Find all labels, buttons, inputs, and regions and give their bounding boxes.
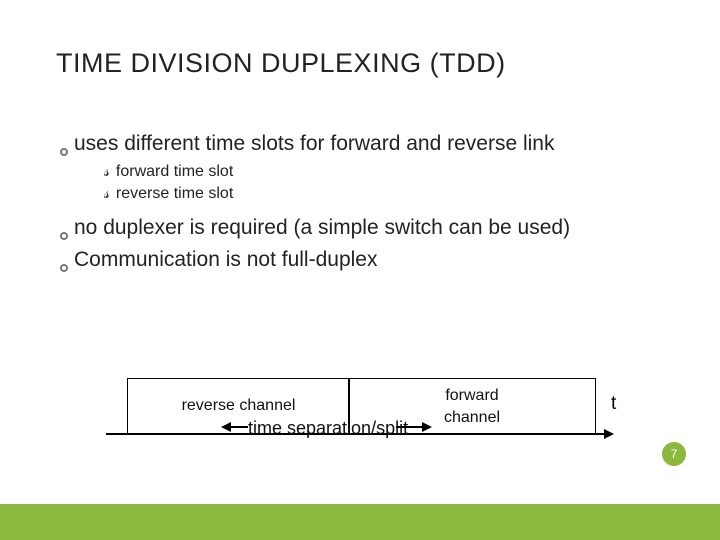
bullet-2-text: no duplexer is required (a simple switch…	[74, 216, 570, 239]
time-axis-label: t	[611, 393, 616, 415]
bullet-3: Communication is not full-duplex	[60, 246, 660, 273]
sub-bullet-1: 𝓈 forward time slot	[104, 161, 660, 183]
circle-bullet-icon	[60, 264, 68, 272]
sub-bullet-2: 𝓈 reverse time slot	[104, 183, 660, 205]
bullet-3-text: Communication is not full-duplex	[74, 248, 377, 271]
sub-list: 𝓈 forward time slot 𝓈 reverse time slot	[104, 161, 660, 204]
separation-label: time separation/split	[248, 418, 408, 439]
title-small: T	[56, 48, 73, 78]
bullet-1: uses different time slots for forward an…	[60, 130, 660, 157]
rev-label: reverse channel	[182, 397, 296, 415]
circle-bullet-icon	[60, 148, 68, 156]
timeline-diagram: reverse channel forward channel t time s…	[106, 378, 626, 464]
sub-1-text: forward time slot	[116, 163, 233, 180]
sub-2-text: reverse time slot	[116, 185, 233, 202]
slide: TIME DIVISION DUPLEXING (TDD) uses diffe…	[0, 0, 720, 540]
slide-title: TIME DIVISION DUPLEXING (TDD)	[56, 48, 506, 79]
circle-bullet-icon	[60, 232, 68, 240]
arrow-right-line	[396, 426, 424, 428]
title-rest: IME DIVISION DUPLEXING	[73, 48, 422, 78]
page-number-badge: 7	[662, 442, 686, 466]
page-number: 7	[671, 447, 678, 461]
bullet-2: no duplexer is required (a simple switch…	[60, 214, 660, 241]
title-paren: (TDD)	[430, 48, 506, 78]
bullet-1-text: uses different time slots for forward an…	[74, 132, 555, 155]
arrow-right-icon	[422, 422, 432, 432]
script-bullet-icon: 𝓈	[104, 183, 110, 205]
footer-bar	[0, 504, 720, 540]
time-axis-arrow-icon	[604, 429, 614, 439]
script-bullet-icon: 𝓈	[104, 161, 110, 183]
arrow-left-line	[230, 426, 248, 428]
fwd-label-1: forward	[445, 387, 498, 404]
content-area: uses different time slots for forward an…	[60, 130, 660, 277]
